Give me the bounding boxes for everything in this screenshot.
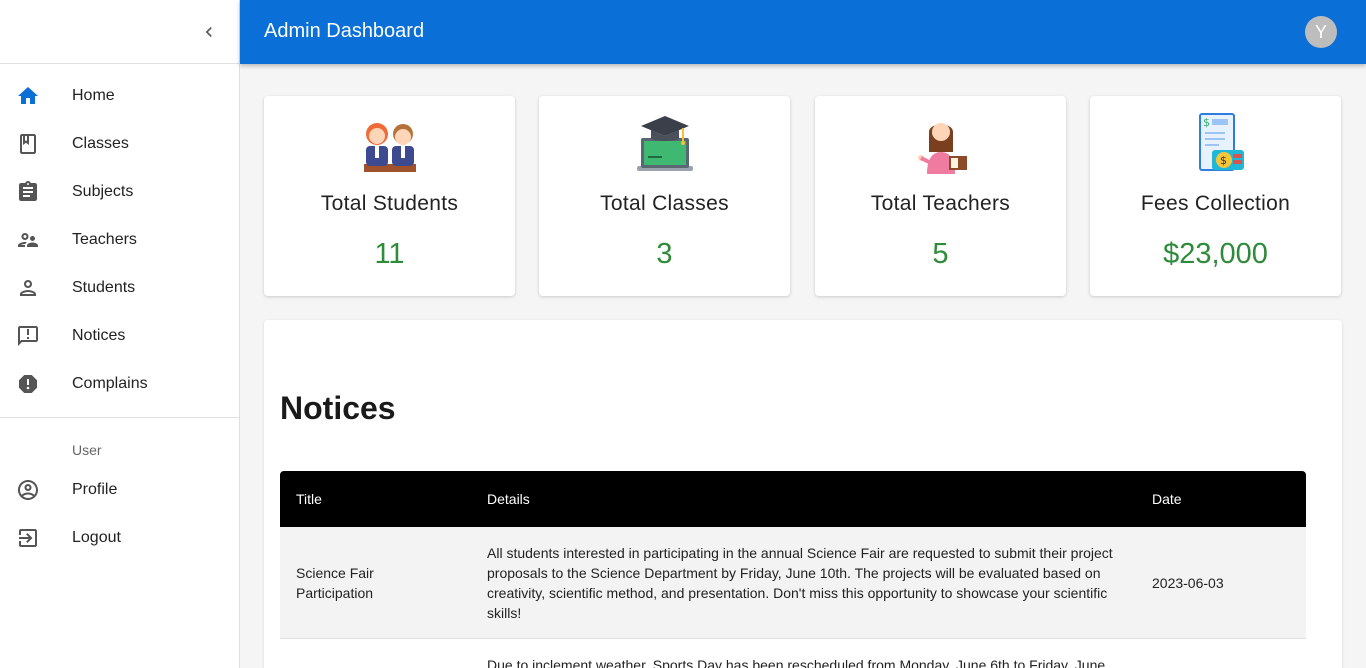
stat-card-teachers: Total Teachers 5: [815, 96, 1066, 296]
sidebar-user-nav: Profile Logout: [0, 466, 239, 562]
sidebar-item-label: Subjects: [72, 183, 134, 200]
sidebar-item-notices[interactable]: Notices: [0, 312, 239, 360]
cell-details: Due to inclement weather, Sports Day has…: [487, 657, 1106, 668]
page-title: Admin Dashboard: [264, 20, 425, 42]
svg-text:$: $: [1220, 154, 1227, 167]
svg-text:$: $: [1203, 116, 1210, 129]
clipboard-icon: [16, 180, 40, 204]
graduation-laptop-illustration-icon: [636, 116, 693, 171]
sidebar-item-classes[interactable]: Classes: [0, 120, 239, 168]
stat-value: $23,000: [1163, 238, 1268, 270]
sidebar-item-logout[interactable]: Logout: [0, 514, 239, 562]
sidebar-item-home[interactable]: Home: [0, 72, 239, 120]
supervisor-icon: [16, 228, 40, 252]
avatar[interactable]: Y: [1305, 16, 1337, 48]
stat-title: Fees Collection: [1140, 192, 1291, 215]
home-icon: [16, 84, 40, 108]
stat-card-fees: $ $ Fees Collection $23,000: [1090, 96, 1341, 296]
sidebar-item-label: Logout: [72, 529, 121, 546]
sidebar: Home Classes Subjects Teachers Students: [0, 0, 240, 668]
sidebar-user-header: User: [72, 442, 102, 458]
column-header-title[interactable]: Title: [280, 491, 471, 507]
notices-heading: Notices: [280, 390, 396, 426]
cell-title: Science Fair Participation: [296, 564, 374, 601]
column-header-details[interactable]: Details: [471, 491, 1136, 507]
stat-title: Total Students: [320, 192, 459, 215]
table-header: Title Details Date: [280, 471, 1306, 527]
stat-value: 3: [656, 238, 673, 270]
students-illustration-icon: [363, 123, 416, 172]
table-row[interactable]: Due to inclement weather, Sports Day has…: [280, 639, 1306, 668]
sidebar-item-label: Home: [72, 87, 115, 104]
notices-table: Title Details Date Science Fair Particip…: [280, 471, 1306, 668]
sidebar-item-label: Complains: [72, 375, 148, 392]
stat-title: Total Classes: [600, 192, 729, 215]
stat-card-classes: Total Classes 3: [539, 96, 790, 296]
exit-icon: [16, 526, 40, 550]
sidebar-item-label: Teachers: [72, 231, 137, 248]
sidebar-item-profile[interactable]: Profile: [0, 466, 239, 514]
stat-value: 11: [374, 238, 405, 270]
cell-details: All students interested in participating…: [487, 544, 1113, 621]
stat-value: 5: [932, 238, 949, 270]
sidebar-item-label: Classes: [72, 135, 129, 152]
stat-card-students: Total Students 11: [264, 96, 515, 296]
account-circle-icon: [16, 478, 40, 502]
chevron-left-icon[interactable]: [199, 22, 219, 42]
sidebar-item-teachers[interactable]: Teachers: [0, 216, 239, 264]
sidebar-nav: Home Classes Subjects Teachers Students: [0, 64, 239, 408]
teacher-illustration-icon: [917, 123, 967, 174]
column-header-date[interactable]: Date: [1136, 491, 1306, 507]
sidebar-item-label: Notices: [72, 327, 126, 344]
sidebar-item-label: Profile: [72, 481, 118, 498]
fees-bill-illustration-icon: $ $: [1198, 113, 1244, 171]
sidebar-item-students[interactable]: Students: [0, 264, 239, 312]
book-icon: [16, 132, 40, 156]
sidebar-item-complains[interactable]: Complains: [0, 360, 239, 408]
stat-title: Total Teachers: [870, 192, 1011, 215]
notices-panel: Notices Title Details Date Science Fair …: [264, 320, 1342, 668]
sidebar-header: [0, 0, 239, 64]
table-row[interactable]: Science Fair Participation All students …: [280, 527, 1306, 639]
sidebar-item-label: Students: [72, 279, 136, 296]
cell-date: 2023-06-03: [1152, 574, 1224, 591]
sidebar-item-subjects[interactable]: Subjects: [0, 168, 239, 216]
announcement-icon: [16, 324, 40, 348]
app-bar: Admin Dashboard Y: [240, 0, 1366, 64]
person-icon: [16, 276, 40, 300]
report-icon: [16, 372, 40, 396]
